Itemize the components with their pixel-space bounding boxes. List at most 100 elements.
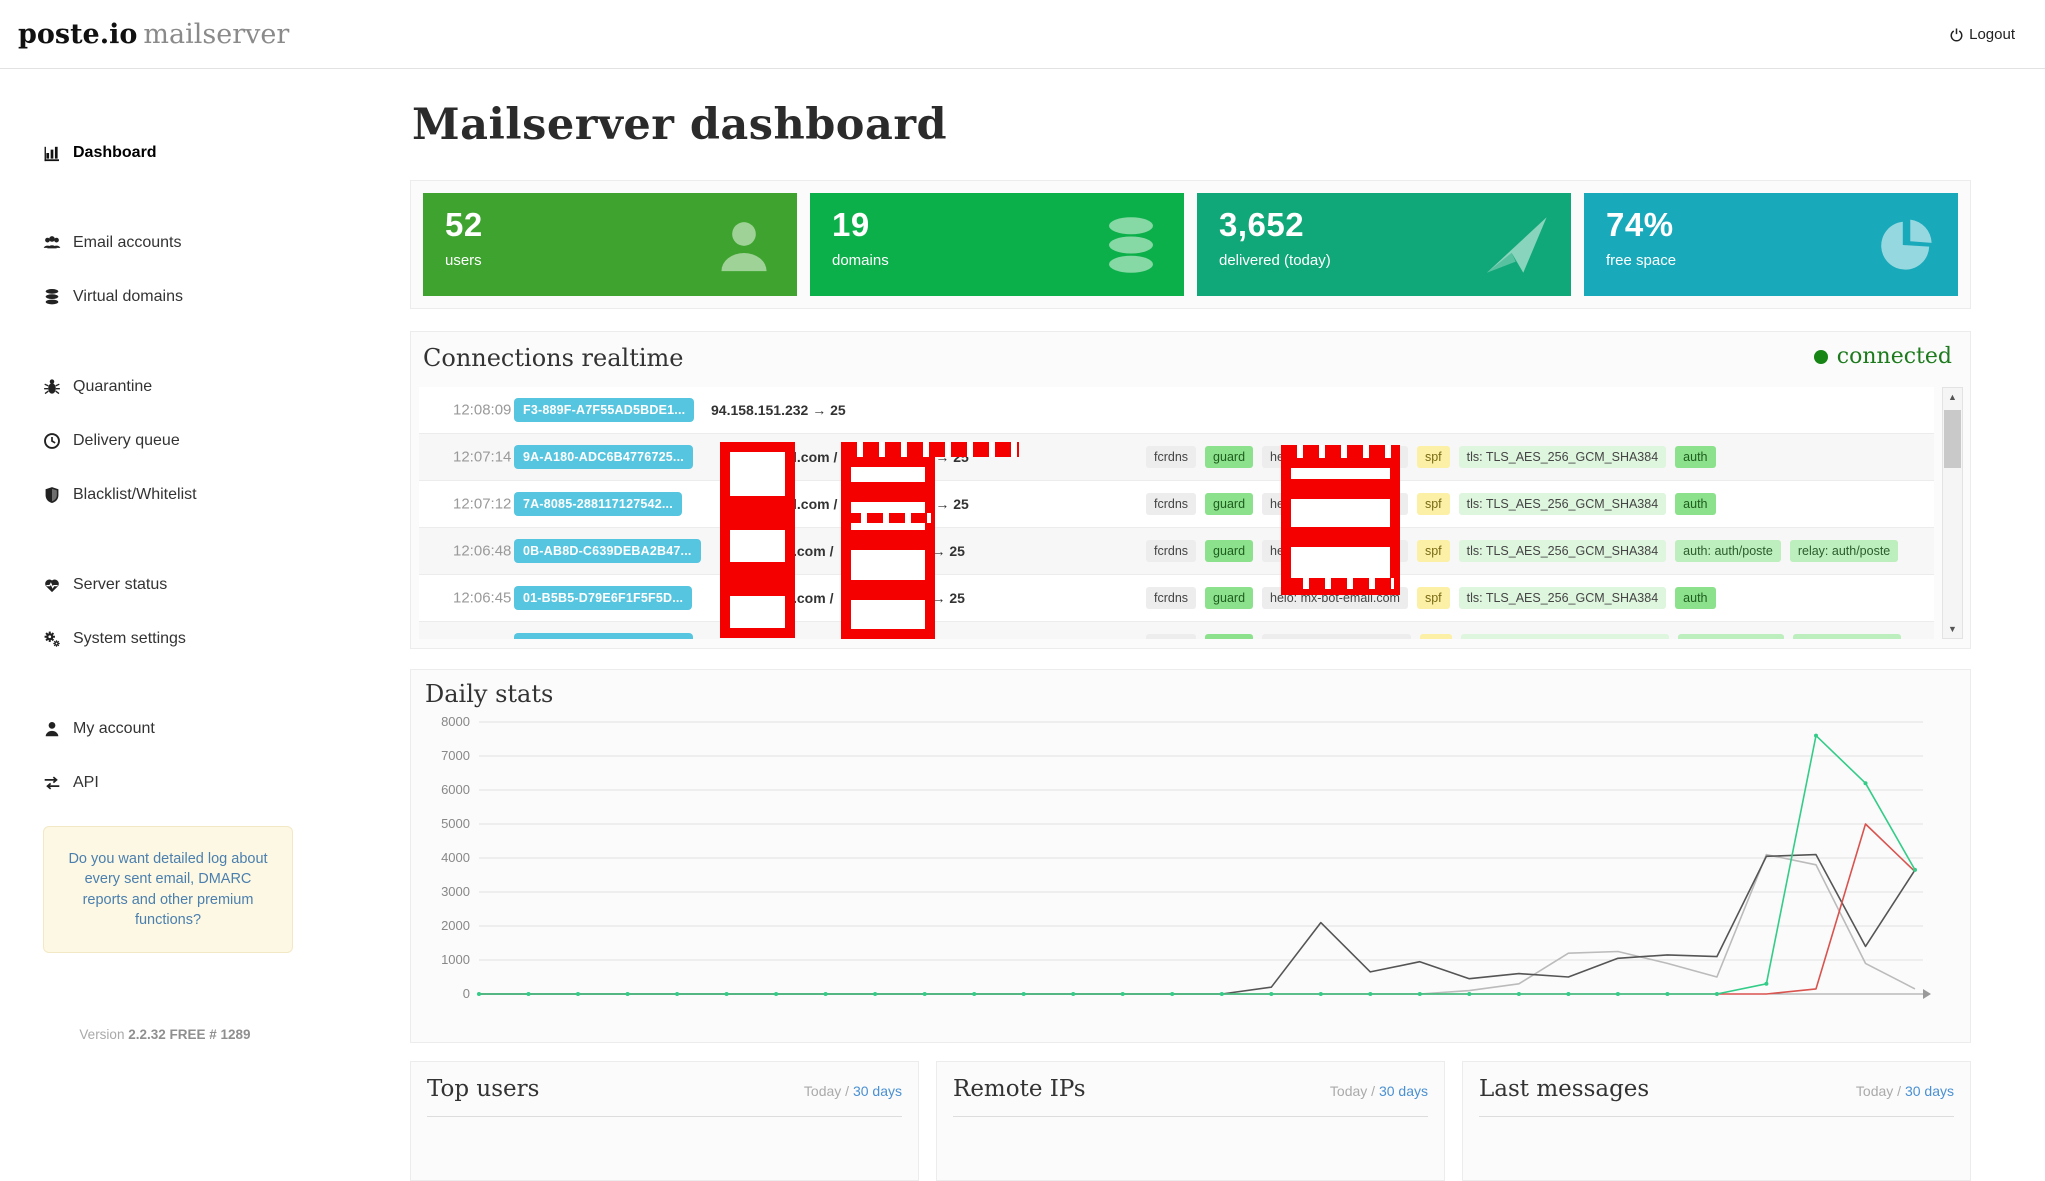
status-badge: tls: TLS_AES_256_GCM_SHA384	[1459, 446, 1667, 468]
status-badge: spf	[1417, 446, 1450, 468]
redaction-overlay	[720, 442, 795, 506]
redaction-overlay	[720, 506, 795, 520]
pie-chart-icon	[1874, 213, 1938, 277]
status-badge: spf	[1420, 634, 1453, 639]
redaction-overlay	[841, 590, 935, 639]
svg-text:4000: 4000	[441, 850, 470, 865]
status-badge: guard	[1205, 634, 1253, 639]
clock-icon	[43, 432, 61, 450]
logo-primary: poste.io	[18, 19, 137, 50]
logout-label: Logout	[1969, 26, 2015, 43]
sidebar-item-api[interactable]: API	[0, 768, 400, 798]
svg-text:6000: 6000	[441, 782, 470, 797]
redaction-overlay	[841, 442, 1019, 457]
sidebar-item-dashboard[interactable]: Dashboard	[0, 138, 400, 168]
status-badge: fcrdns	[1146, 540, 1196, 562]
redaction-overlay	[841, 540, 935, 590]
sidebar-item-delivery-queue[interactable]: Delivery queue	[0, 426, 400, 456]
connection-id-badge[interactable]: C3-885F-5C6E5745DC7A...	[514, 633, 693, 639]
status-badge: tls: TLS_AES_256_GCM_SHA384	[1461, 634, 1669, 639]
stat-card-delivered[interactable]: 3,652 delivered (today)	[1197, 193, 1571, 296]
sidebar-item-label: Blacklist/Whitelist	[73, 486, 197, 504]
sidebar-item-email-accounts[interactable]: Email accounts	[0, 228, 400, 258]
database-icon	[43, 288, 61, 306]
connected-dot-icon	[1814, 350, 1828, 364]
range-separator: /	[1893, 1083, 1905, 1099]
panel-title: Last messages	[1479, 1076, 1649, 1102]
main-content: Mailserver dashboard 52 users 19 domains…	[400, 70, 2045, 1100]
premium-promo-box[interactable]: Do you want detailed log about every sen…	[43, 826, 293, 953]
sidebar-item-label: API	[73, 774, 99, 792]
stat-cards-panel: 52 users 19 domains 3,652 delivered (tod…	[410, 180, 1971, 309]
row-time: 12:06:45	[453, 590, 511, 607]
connection-row: 12:07:127A-8085-288117127542...l.com /→ …	[419, 481, 1934, 528]
exchange-icon	[43, 774, 61, 792]
logout-button[interactable]: Logout	[1949, 26, 2015, 43]
thirty-days-link[interactable]: 30 days	[1379, 1083, 1428, 1099]
scrollbar-thumb[interactable]	[1944, 410, 1961, 468]
connections-table: 12:08:09F3-889F-A7F55AD5BDE1...94.158.15…	[419, 387, 1934, 639]
top-bar: poste.iomailserver Logout	[0, 0, 2045, 69]
sidebar-item-my-account[interactable]: My account	[0, 714, 400, 744]
connections-title: Connections realtime	[423, 344, 683, 372]
sidebar-item-label: Email accounts	[73, 234, 182, 252]
status-badge: fcrdns	[1146, 446, 1196, 468]
status-badge: helo: mw-bot-email.com	[1262, 634, 1411, 639]
shield-icon	[43, 486, 61, 504]
panel-title: Top users	[427, 1076, 539, 1102]
connection-id-badge[interactable]: F3-889F-A7F55AD5BDE1...	[514, 398, 694, 422]
power-icon	[1949, 27, 1964, 42]
users-icon	[43, 234, 61, 252]
badge-list: fcrdnsguardhelo: mx-bot-email.comspftls:…	[1146, 540, 1930, 562]
sidebar-item-blacklist-whitelist[interactable]: Blacklist/Whitelist	[0, 480, 400, 510]
version-label: Version	[79, 1027, 124, 1042]
svg-text:5000: 5000	[441, 816, 470, 831]
sidebar-item-server-status[interactable]: Server status	[0, 570, 400, 600]
row-time: 12:07:12	[453, 496, 511, 513]
connection-status-label: connected	[1837, 344, 1952, 369]
today-link[interactable]: Today	[1856, 1083, 1893, 1099]
sidebar-item-quarantine[interactable]: Quarantine	[0, 372, 400, 402]
app-logo: poste.iomailserver	[18, 19, 289, 50]
badge-list: fcrdnsguardhelo: mx-bot-email.comspftls:…	[1146, 587, 1930, 609]
logo-secondary: mailserver	[143, 19, 289, 50]
badge-list: fcrdnsguardhelo: mw-bot-email.comspftls:…	[1146, 634, 1930, 639]
redaction-overlay	[1287, 578, 1394, 589]
paper-plane-icon	[1481, 210, 1551, 280]
stat-card-domains[interactable]: 19 domains	[810, 193, 1184, 296]
connection-id-badge[interactable]: 0B-AB8D-C639DEBA2B47...	[514, 539, 701, 563]
sidebar-item-label: Quarantine	[73, 378, 152, 396]
status-badge: fcrdns	[1146, 493, 1196, 515]
redaction-overlay	[841, 457, 935, 492]
stat-card-free-space[interactable]: 74% free space	[1584, 193, 1958, 296]
table-scrollbar[interactable]: ▲ ▼	[1942, 387, 1963, 639]
svg-text:8000: 8000	[441, 714, 470, 729]
today-link[interactable]: Today	[1330, 1083, 1367, 1099]
sidebar-item-label: Virtual domains	[73, 288, 183, 306]
heartbeat-icon	[43, 576, 61, 594]
scrollbar-down-arrow[interactable]: ▼	[1943, 620, 1962, 638]
status-badge: auth	[1675, 587, 1715, 609]
sidebar-item-system-settings[interactable]: System settings	[0, 624, 400, 654]
today-link[interactable]: Today	[804, 1083, 841, 1099]
connection-id-badge[interactable]: 01-B5B5-D79E6F1F5F5D...	[514, 586, 692, 610]
connection-id-badge[interactable]: 9A-A180-ADC6B4776725...	[514, 445, 693, 469]
sidebar-item-virtual-domains[interactable]: Virtual domains	[0, 282, 400, 312]
connection-row: 12:08:09F3-889F-A7F55AD5BDE1...94.158.15…	[419, 387, 1934, 434]
row-time: 12:06:48	[453, 543, 511, 560]
connections-panel: Connections realtime connected 12:08:09F…	[410, 331, 1971, 649]
status-badge: spf	[1417, 587, 1450, 609]
sidebar-item-label: Delivery queue	[73, 432, 180, 450]
thirty-days-link[interactable]: 30 days	[1905, 1083, 1954, 1099]
scrollbar-up-arrow[interactable]: ▲	[1943, 388, 1962, 406]
gears-icon	[43, 630, 61, 648]
connection-id-badge[interactable]: 7A-8085-288117127542...	[514, 492, 682, 516]
status-badge: auth: auth/poste	[1678, 634, 1784, 639]
version-value: 2.2.32 FREE # 1289	[128, 1027, 250, 1042]
status-badge: tls: TLS_AES_256_GCM_SHA384	[1459, 587, 1667, 609]
database-icon	[1098, 212, 1164, 278]
redaction-overlay	[1281, 445, 1400, 458]
version-text: Version 2.2.32 FREE # 1289	[0, 1027, 330, 1042]
stat-card-users[interactable]: 52 users	[423, 193, 797, 296]
thirty-days-link[interactable]: 30 days	[853, 1083, 902, 1099]
